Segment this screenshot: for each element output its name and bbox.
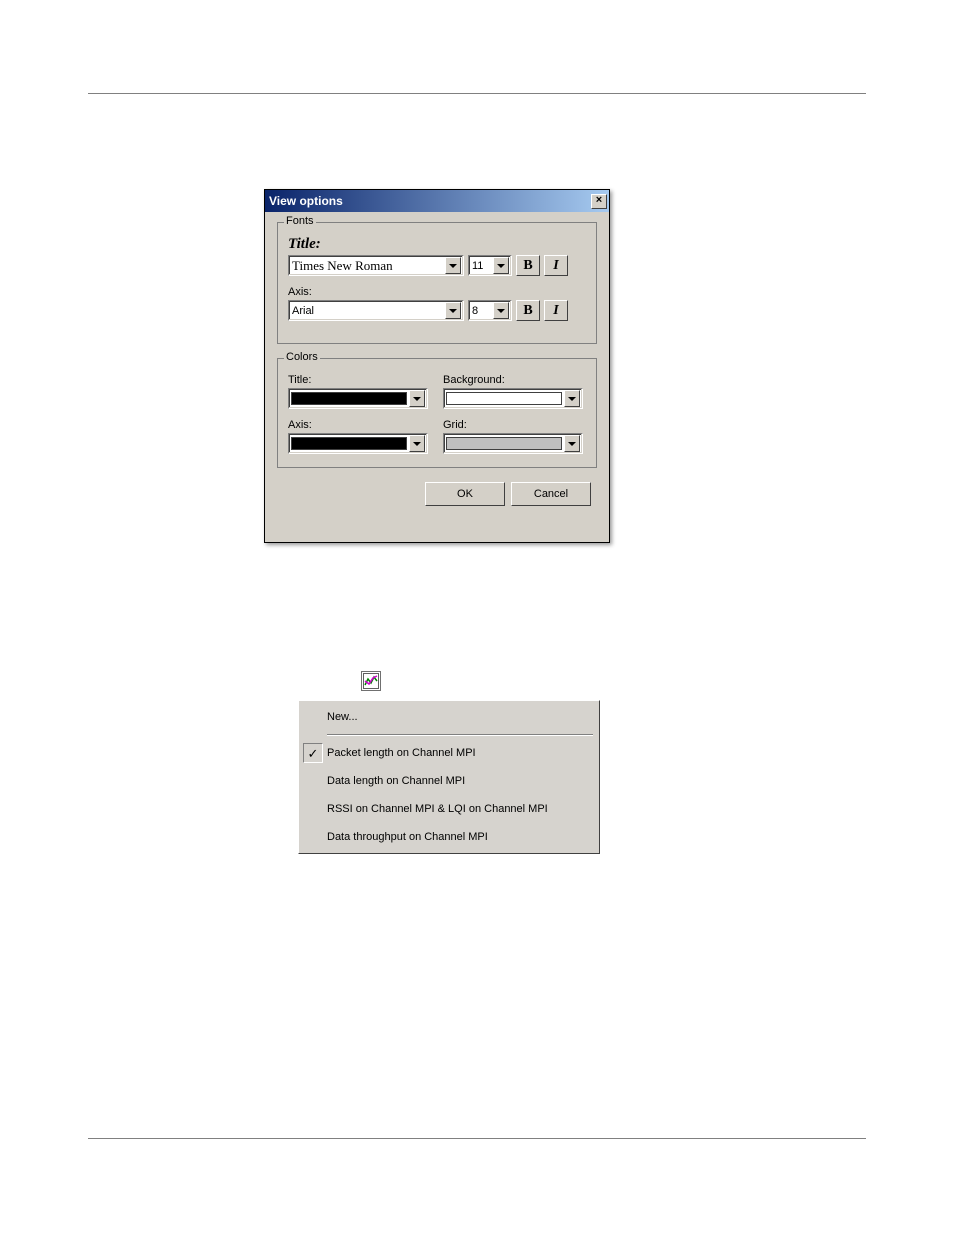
ok-button[interactable]: OK: [425, 482, 505, 506]
fonts-legend: Fonts: [284, 215, 316, 227]
menu-item-data-length[interactable]: Data length on Channel MPI: [299, 767, 599, 795]
dropdown-button[interactable]: [445, 302, 461, 319]
menu-checkmark: ✓: [303, 743, 323, 763]
axis-font-combo[interactable]: Arial: [288, 300, 464, 321]
title-color-combo[interactable]: [288, 388, 428, 409]
title-size-value: 11: [469, 260, 493, 272]
chart-views-menu: New... ✓ Packet length on Channel MPI Da…: [298, 700, 600, 854]
grid-color-swatch: [446, 437, 562, 450]
chevron-down-icon: [497, 309, 505, 313]
page-divider-top: [88, 93, 866, 94]
grid-color-combo[interactable]: [443, 433, 583, 454]
menu-label: RSSI on Channel MPI & LQI on Channel MPI: [327, 803, 548, 815]
title-font-value: Times New Roman: [289, 258, 445, 274]
title-bold-button[interactable]: B: [516, 255, 540, 276]
background-color-label: Background:: [443, 374, 586, 386]
menu-item-data-throughput[interactable]: Data throughput on Channel MPI: [299, 823, 599, 851]
title-font-label: Title:: [288, 236, 586, 253]
axis-italic-button[interactable]: I: [544, 300, 568, 321]
close-icon: ×: [596, 194, 602, 206]
axis-color-label: Axis:: [288, 419, 431, 431]
title-color-label: Title:: [288, 374, 431, 386]
title-size-combo[interactable]: 11: [468, 255, 512, 276]
axis-size-value: 8: [469, 305, 493, 317]
axis-color-combo[interactable]: [288, 433, 428, 454]
chevron-down-icon: [449, 309, 457, 313]
view-options-dialog: View options × Fonts Title: Times New Ro…: [264, 189, 610, 543]
background-color-swatch: [446, 392, 562, 405]
close-button[interactable]: ×: [591, 194, 607, 209]
titlebar: View options ×: [265, 190, 609, 212]
chevron-down-icon: [413, 397, 421, 401]
chevron-down-icon: [497, 264, 505, 268]
colors-legend: Colors: [284, 351, 320, 363]
axis-bold-button[interactable]: B: [516, 300, 540, 321]
dialog-title: View options: [269, 194, 343, 208]
page-divider-bottom: [88, 1138, 866, 1139]
menu-label: Data length on Channel MPI: [327, 775, 465, 787]
dialog-body: Fonts Title: Times New Roman 11 B I Axis…: [265, 212, 609, 516]
dropdown-button[interactable]: [409, 390, 425, 407]
chevron-down-icon: [568, 442, 576, 446]
dropdown-button[interactable]: [564, 390, 580, 407]
axis-font-label: Axis:: [288, 286, 586, 298]
cancel-button[interactable]: Cancel: [511, 482, 591, 506]
dropdown-button[interactable]: [564, 435, 580, 452]
background-color-combo[interactable]: [443, 388, 583, 409]
chart-view-toolbar-icon[interactable]: [361, 671, 381, 691]
grid-color-label: Grid:: [443, 419, 586, 431]
menu-label: Data throughput on Channel MPI: [327, 831, 488, 843]
dropdown-button[interactable]: [409, 435, 425, 452]
colors-groupbox: Colors Title: Background:: [277, 358, 597, 468]
axis-font-value: Arial: [289, 305, 445, 317]
chevron-down-icon: [413, 442, 421, 446]
dropdown-button[interactable]: [493, 257, 509, 274]
menu-label: New...: [327, 711, 358, 723]
menu-label: Packet length on Channel MPI: [327, 747, 476, 759]
axis-size-combo[interactable]: 8: [468, 300, 512, 321]
chevron-down-icon: [449, 264, 457, 268]
chevron-down-icon: [568, 397, 576, 401]
menu-item-new[interactable]: New...: [299, 703, 599, 731]
dropdown-button[interactable]: [445, 257, 461, 274]
dropdown-button[interactable]: [493, 302, 509, 319]
menu-item-rssi-lqi[interactable]: RSSI on Channel MPI & LQI on Channel MPI: [299, 795, 599, 823]
menu-separator: [327, 734, 593, 736]
title-color-swatch: [291, 392, 407, 405]
title-font-combo[interactable]: Times New Roman: [288, 255, 464, 276]
menu-item-packet-length[interactable]: ✓ Packet length on Channel MPI: [299, 739, 599, 767]
title-italic-button[interactable]: I: [544, 255, 568, 276]
axis-color-swatch: [291, 437, 407, 450]
fonts-groupbox: Fonts Title: Times New Roman 11 B I Axis…: [277, 222, 597, 344]
